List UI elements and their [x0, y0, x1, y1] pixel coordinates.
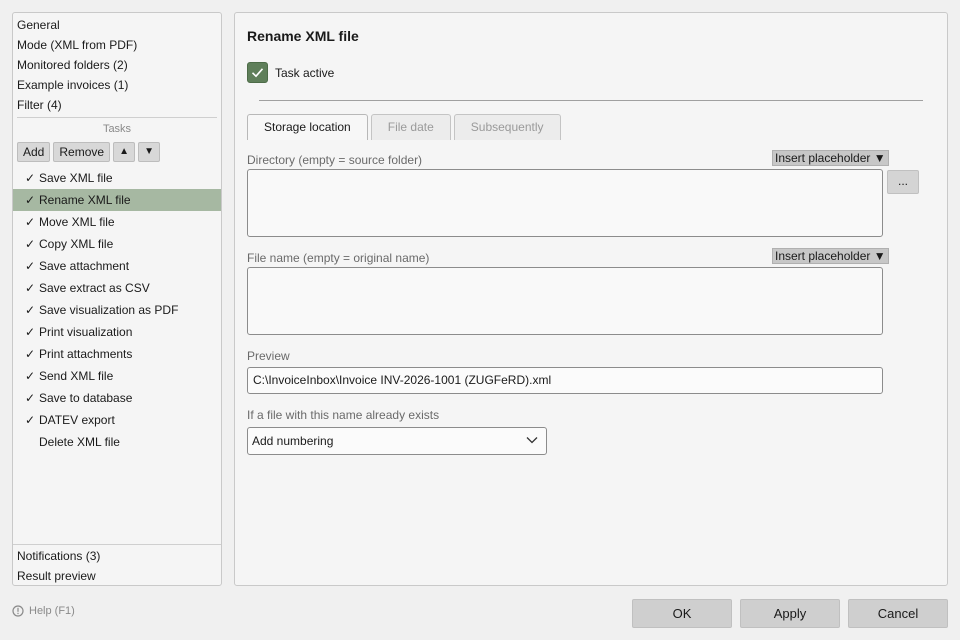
task-active-label: Task active — [275, 66, 335, 80]
file-exists-label: If a file with this name already exists — [247, 408, 440, 422]
page-title: Rename XML file — [247, 28, 359, 44]
filename-input[interactable] — [247, 267, 883, 335]
task-label: Save to database — [39, 391, 133, 405]
sidebar-divider-bottom — [13, 544, 221, 545]
task-list-item[interactable]: ✓ Copy XML file — [13, 233, 221, 255]
help-link[interactable]: Help (F1) — [12, 605, 75, 617]
tab-bar: Storage location File date Subsequently — [247, 114, 561, 140]
help-label: Help (F1) — [29, 605, 75, 617]
task-list: ✓ Save XML file ✓ Rename XML file ✓ Move XML … — [13, 167, 221, 453]
task-active-checkbox[interactable] — [247, 62, 268, 83]
check-icon: ✓ — [25, 325, 36, 339]
help-icon — [12, 605, 24, 617]
directory-insert-placeholder-button[interactable]: Insert placeholder ▼ — [772, 150, 889, 166]
check-icon: ✓ — [25, 413, 36, 427]
sidebar-nav-bottom: Notifications (3) Result preview — [17, 546, 100, 586]
task-toolbar: Add Remove ▲ ▼ — [17, 142, 161, 162]
task-list-item[interactable]: ✓ Send XML file — [13, 365, 221, 387]
sidebar-item-monitored-folders[interactable]: Monitored folders (2) — [17, 55, 217, 75]
tab-file-date[interactable]: File date — [370, 114, 451, 140]
add-task-button[interactable]: Add — [17, 142, 51, 162]
task-settings-panel: Rename XML file Task active Storage loca… — [234, 12, 948, 586]
check-icon: ✓ — [25, 347, 36, 361]
settings-sidebar: General Mode (XML from PDF) Monitored fo… — [12, 12, 222, 586]
tasks-heading: Tasks — [102, 123, 132, 135]
task-label: Save attachment — [39, 259, 130, 273]
sidebar-item-result-preview[interactable]: Result preview — [17, 566, 100, 586]
move-up-button[interactable]: ▲ — [113, 142, 136, 162]
directory-label: Directory (empty = source folder) — [247, 153, 423, 167]
preview-field[interactable]: C:\InvoiceInbox\Invoice INV-2026-1001 (Z… — [247, 367, 883, 394]
preview-label: Preview — [247, 349, 290, 363]
move-down-button[interactable]: ▼ — [138, 142, 161, 162]
task-label: Print attachments — [39, 347, 133, 361]
check-icon: ✓ — [25, 171, 36, 185]
task-label: Rename XML file — [39, 193, 131, 207]
tab-subsequently[interactable]: Subsequently — [453, 114, 561, 140]
task-list-item[interactable]: ✓ Save to database — [13, 387, 221, 409]
remove-task-button[interactable]: Remove — [53, 142, 111, 162]
file-exists-select[interactable]: Add numbering — [247, 427, 547, 455]
task-label: Save extract as CSV — [39, 281, 150, 295]
directory-input[interactable] — [247, 169, 883, 237]
sidebar-item-filter[interactable]: Filter (4) — [17, 95, 217, 115]
apply-button[interactable]: Apply — [740, 599, 840, 628]
check-icon: ✓ — [25, 303, 36, 317]
task-label: Copy XML file — [39, 237, 114, 251]
section-divider — [259, 100, 923, 101]
task-label: DATEV export — [39, 413, 115, 427]
task-list-item[interactable]: ✓ Save XML file — [13, 167, 221, 189]
task-list-item[interactable]: ✓ Print visualization — [13, 321, 221, 343]
check-icon: ✓ — [25, 193, 36, 207]
check-icon: ✓ — [25, 369, 36, 383]
task-list-item[interactable]: ✓ Print attachments — [13, 343, 221, 365]
browse-directory-button[interactable]: ... — [887, 170, 919, 194]
file-exists-selected-value: Add numbering — [252, 434, 334, 448]
task-list-item[interactable]: ✓ DATEV export — [13, 409, 221, 431]
task-list-item[interactable]: ✓ Save extract as CSV — [13, 277, 221, 299]
task-list-item[interactable]: ✓ Rename XML file — [13, 189, 221, 211]
task-list-item[interactable]: ✓ Save visualization as PDF — [13, 299, 221, 321]
cancel-button[interactable]: Cancel — [848, 599, 948, 628]
sidebar-item-general[interactable]: General — [17, 15, 217, 35]
task-label: Delete XML file — [39, 435, 120, 449]
task-list-item[interactable]: ✓ Save attachment — [13, 255, 221, 277]
check-icon: ✓ — [25, 215, 36, 229]
task-label: Print visualization — [39, 325, 133, 339]
sidebar-item-example-invoices[interactable]: Example invoices (1) — [17, 75, 217, 95]
sidebar-item-notifications[interactable]: Notifications (3) — [17, 546, 100, 566]
task-label: Save XML file — [39, 171, 113, 185]
sidebar-divider — [17, 117, 217, 118]
chevron-down-icon — [526, 437, 538, 444]
check-icon — [25, 431, 39, 453]
task-label: Move XML file — [39, 215, 115, 229]
task-label: Send XML file — [39, 369, 114, 383]
task-label: Save visualization as PDF — [39, 303, 179, 317]
tab-storage-location[interactable]: Storage location — [247, 114, 368, 140]
check-icon: ✓ — [25, 237, 36, 251]
filename-insert-placeholder-button[interactable]: Insert placeholder ▼ — [772, 248, 889, 264]
task-list-item[interactable]: Delete XML file — [13, 431, 221, 453]
check-icon: ✓ — [25, 391, 36, 405]
ok-button[interactable]: OK — [632, 599, 732, 628]
sidebar-nav-top: General Mode (XML from PDF) Monitored fo… — [17, 15, 217, 115]
checkmark-icon — [251, 68, 264, 78]
sidebar-item-mode[interactable]: Mode (XML from PDF) — [17, 35, 217, 55]
check-icon: ✓ — [25, 259, 36, 273]
check-icon: ✓ — [25, 281, 36, 295]
task-list-item[interactable]: ✓ Move XML file — [13, 211, 221, 233]
filename-label: File name (empty = original name) — [247, 251, 430, 265]
